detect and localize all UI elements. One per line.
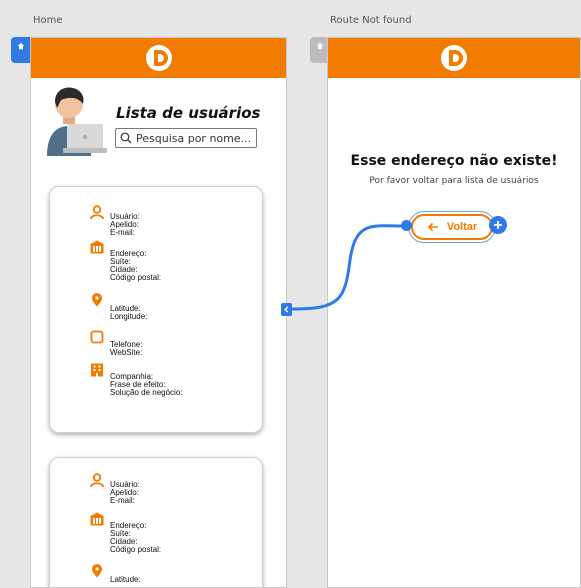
home-screen-tag[interactable] — [11, 37, 31, 63]
search-input[interactable]: Pesquisa por nome... — [115, 128, 257, 148]
add-connection-button[interactable] — [489, 216, 507, 234]
user-card[interactable]: Usuário: Apelido: E-mail: Endereço: Suít… — [49, 457, 263, 587]
label-solucao-de-negocio: Solução de negócio: — [110, 388, 183, 397]
home-screen: Lista de usuários Pesquisa por nome... U… — [30, 37, 287, 588]
back-button[interactable]: Voltar — [408, 211, 496, 243]
home-icon — [316, 42, 324, 50]
not-found-screen: Esse endereço não existe! Por favor volt… — [327, 37, 581, 588]
list-title: Lista de usuários — [116, 104, 261, 122]
label-email: E-mail: — [110, 496, 135, 505]
not-found-subtitle: Por favor voltar para lista de usuários — [369, 176, 539, 186]
chevron-left-icon — [284, 306, 289, 313]
screen-title-home: Home — [33, 15, 63, 26]
not-found-title: Esse endereço não existe! — [350, 153, 558, 169]
company-icon — [91, 363, 103, 377]
back-button-label: Voltar — [446, 221, 478, 233]
search-placeholder: Pesquisa por nome... — [136, 131, 252, 145]
person-icon — [90, 473, 104, 487]
label-email: E-mail: — [110, 228, 135, 237]
label-longitude: Longitude: — [110, 312, 148, 321]
logo-icon — [441, 45, 467, 71]
label-codigo-postal: Código postal: — [110, 545, 162, 554]
arrow-left-icon — [427, 222, 438, 232]
app-bar — [328, 38, 580, 78]
home-icon — [17, 42, 25, 50]
logo-icon — [145, 45, 172, 71]
label-latitude: Latitude: — [110, 575, 141, 584]
app-bar — [31, 38, 286, 78]
user-avatar-illustration — [47, 87, 107, 156]
plus-icon — [494, 221, 502, 229]
person-icon — [90, 205, 104, 219]
label-website: WebSite: — [110, 348, 143, 357]
connector-start-handle[interactable] — [401, 220, 412, 231]
search-icon — [120, 132, 132, 144]
user-card[interactable]: Usuário: Apelido: E-mail: Endereço: Suít… — [49, 186, 263, 433]
connector-target-handle[interactable] — [281, 303, 292, 316]
location-pin-icon — [92, 564, 102, 578]
phone-icon — [90, 330, 104, 344]
building-icon — [90, 240, 104, 254]
list-header: Lista de usuários Pesquisa por nome... — [31, 78, 286, 158]
building-icon — [90, 512, 104, 526]
location-pin-icon — [92, 293, 102, 307]
label-codigo-postal: Código postal: — [110, 273, 162, 282]
screen-title-not-found: Route Not found — [330, 15, 412, 26]
